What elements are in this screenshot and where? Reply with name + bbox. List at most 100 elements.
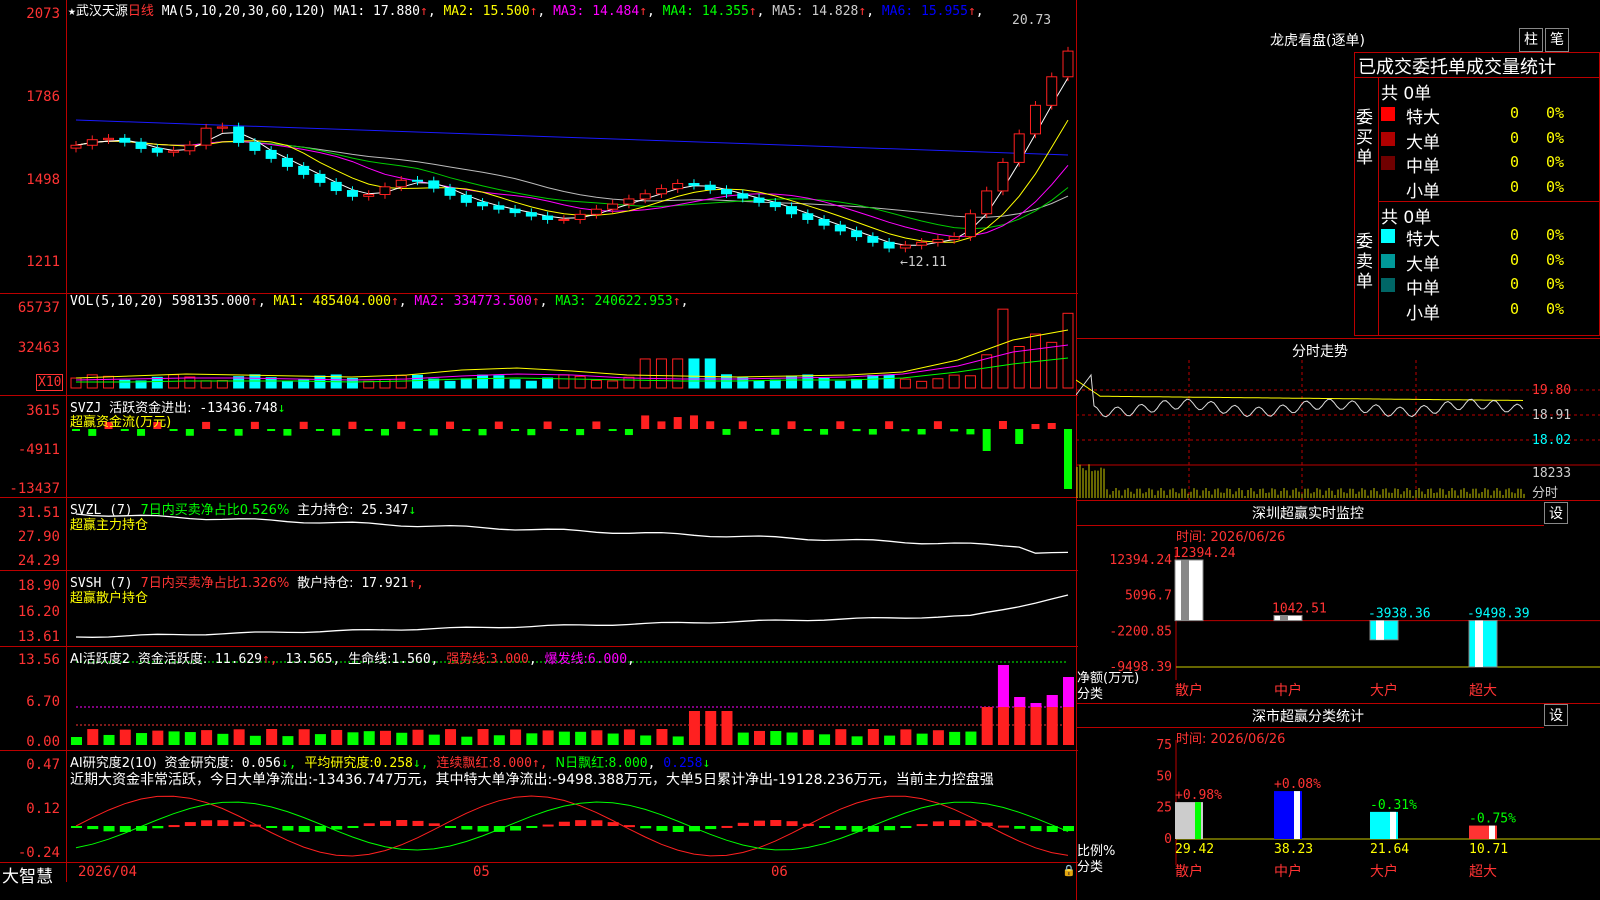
ma-line — [76, 120, 1068, 242]
candle-body — [900, 245, 910, 248]
svzl-label: 主力持仓: — [297, 503, 353, 518]
order-count: 0 — [1510, 178, 1519, 196]
volume-bar — [575, 376, 585, 388]
ma-label: MA6: — [882, 4, 921, 19]
life-value: 1.560 — [392, 652, 431, 667]
fund-flow-bar — [495, 422, 503, 429]
candle-body — [738, 194, 748, 198]
svzl-arrow: ↓ — [408, 503, 416, 518]
fund-flow-bar — [625, 429, 633, 435]
separator: , — [399, 294, 415, 309]
vol-tick: 65737 — [0, 300, 64, 316]
volume-bar — [949, 375, 959, 388]
fund-flow-bar — [430, 429, 438, 435]
separator: , — [428, 4, 444, 19]
vol-tick: 32463 — [0, 340, 64, 356]
fund-flow-bar — [869, 429, 877, 435]
candle-body — [673, 184, 683, 189]
volume-bar — [315, 376, 325, 388]
research-bar — [413, 821, 424, 826]
volume-bar — [120, 380, 130, 388]
research-bar — [217, 820, 228, 826]
svsh-value: 17.921 — [361, 576, 408, 591]
category-label: 散户 — [1175, 863, 1203, 880]
research-bar — [656, 826, 667, 831]
vol-ma-label: MA2: — [414, 294, 453, 309]
candle-body — [445, 188, 455, 195]
fund-flow-bar — [300, 422, 308, 429]
candle-body — [705, 185, 715, 189]
order-size-label: 中单 — [1406, 152, 1440, 177]
research-bar — [819, 826, 830, 828]
activity-bar — [591, 730, 602, 745]
fund-flow-bar — [235, 429, 243, 436]
research-bar — [201, 820, 212, 826]
activity-bar — [152, 731, 163, 745]
candle-body — [461, 195, 471, 202]
research-bar — [705, 826, 716, 829]
separator: , — [866, 4, 882, 19]
color-swatch — [1381, 254, 1395, 268]
fund-flow-bar — [365, 429, 373, 431]
research-bar — [1014, 826, 1025, 829]
activity-bar — [169, 731, 180, 745]
sell-label: 委卖单 — [1356, 232, 1376, 292]
ma-line — [76, 141, 1068, 217]
research-bar — [429, 823, 440, 826]
volume-bar — [998, 309, 1008, 388]
period-label[interactable]: 日线 — [128, 4, 154, 19]
candle-body — [1014, 134, 1024, 163]
order-size-label: 特大 — [1406, 103, 1440, 128]
strong-value: 3.000 — [490, 652, 529, 667]
order-pct: 0% — [1546, 251, 1564, 269]
fund-flow-bar — [934, 421, 942, 429]
volume-bar — [413, 375, 423, 388]
order-size-label: 特大 — [1406, 225, 1440, 250]
vol-ma-value: 240622.953 — [594, 294, 672, 309]
data-label: 12394.24 — [1173, 546, 1236, 561]
candle-body — [347, 191, 357, 197]
intraday-chart[interactable] — [1076, 360, 1600, 500]
color-swatch — [1381, 278, 1395, 292]
vol-ma-label: MA3: — [555, 294, 594, 309]
star-icon[interactable]: ★ — [68, 4, 76, 19]
candle-body — [575, 214, 585, 219]
activity-bar — [754, 731, 765, 745]
order-size-label: 中单 — [1406, 274, 1440, 299]
ma-value: 15.500 — [483, 4, 530, 19]
activity-bar — [380, 731, 391, 745]
bar-shade — [1181, 560, 1189, 621]
pen-mode-button[interactable]: 笔 — [1545, 28, 1569, 52]
brand-logo[interactable]: 大智慧 — [2, 862, 53, 887]
volume-bar — [835, 381, 845, 388]
volume-bar — [1063, 313, 1073, 388]
fund-flow-bar — [885, 421, 893, 429]
ma-value: 14.355 — [702, 4, 749, 19]
fund-flow-bar — [853, 429, 861, 431]
bar-mode-button[interactable]: 柱 — [1519, 28, 1543, 52]
fund-flow-bar — [202, 422, 210, 429]
candle-body — [884, 242, 894, 248]
bar-shade — [1475, 621, 1483, 667]
fund-flow-bar — [381, 429, 389, 435]
ma-value: 14.484 — [592, 4, 639, 19]
stock-name[interactable]: 武汉天源 — [76, 4, 128, 19]
strong-label: 强势线: — [446, 652, 489, 667]
volume-bar — [591, 380, 601, 388]
activity-bar — [900, 729, 911, 745]
settings-button[interactable]: 设 — [1544, 704, 1568, 726]
fund-flow-bar — [527, 429, 535, 435]
fund-flow-bar — [1048, 423, 1056, 429]
svzj-tick: 3615 — [0, 403, 64, 419]
candle-body — [543, 216, 553, 219]
candle-body — [982, 191, 992, 214]
order-size-label: 小单 — [1406, 177, 1440, 202]
divider — [1076, 703, 1600, 704]
lock-icon[interactable]: 🔒 — [1062, 864, 1076, 877]
separator: , — [537, 4, 553, 19]
candle-body — [656, 189, 666, 194]
ma-line — [76, 141, 1068, 237]
research-bar — [949, 820, 960, 826]
svzj-sub: 超赢资金流(万元) — [70, 411, 171, 430]
activity-bar — [721, 711, 732, 745]
